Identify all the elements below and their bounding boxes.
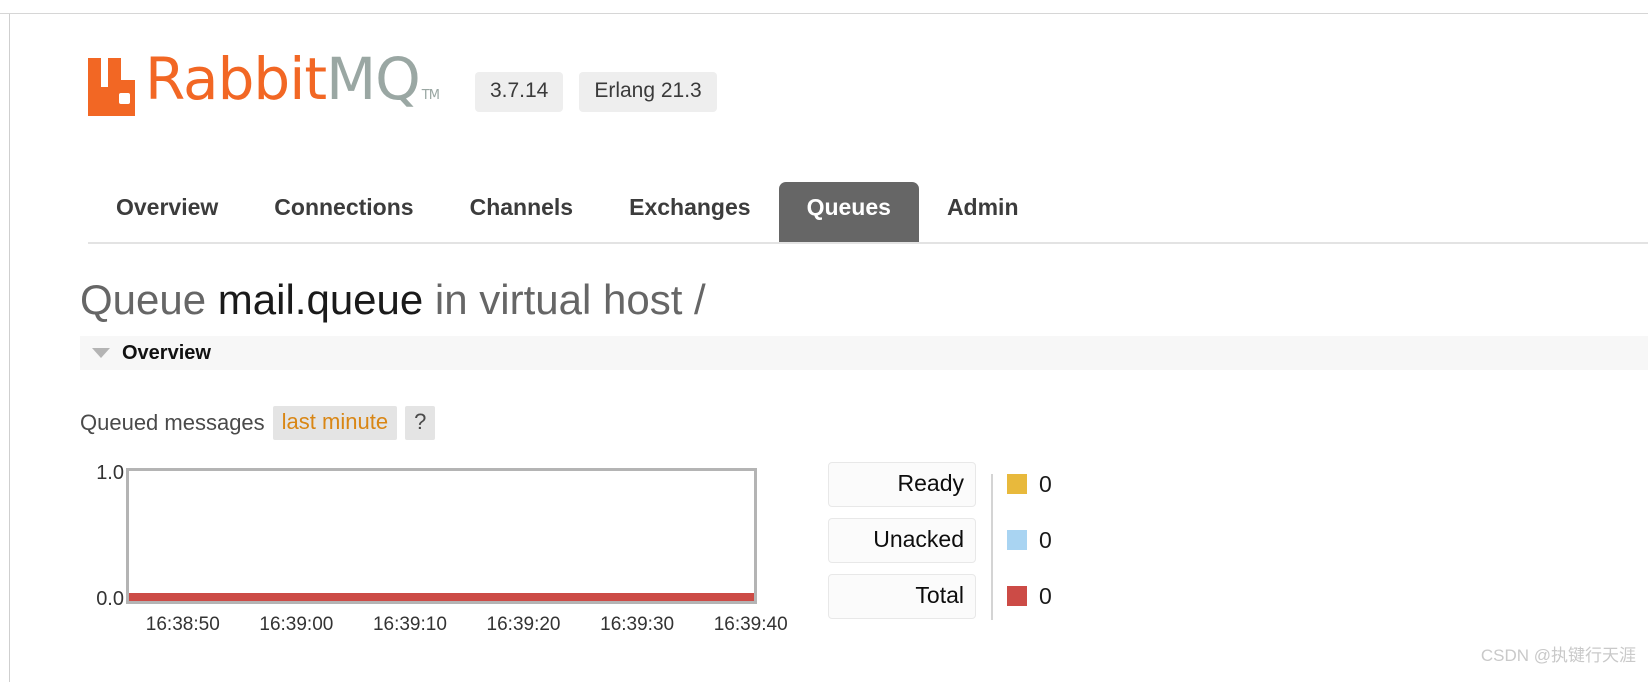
chart-plot-area: [126, 468, 757, 604]
rabbit-logo-icon: [88, 58, 142, 116]
legend-swatch-total-icon: [1007, 586, 1027, 606]
erlang-version-badge: Erlang 21.3: [579, 72, 717, 112]
page-title: Queue mail.queue in virtual host /: [80, 276, 706, 324]
browser-toolbar-strip: · · · · · · · · · · · · · · ·: [0, 0, 1648, 14]
x-axis-tick-4: 16:39:30: [600, 614, 675, 635]
legend-row-unacked: Unacked 0: [828, 517, 1088, 563]
rabbitmq-logo[interactable]: Rabbit MQ TM: [88, 50, 440, 118]
y-axis-label-min: 0.0: [96, 588, 124, 610]
nav-underline: [88, 242, 1648, 244]
x-axis-tick-2: 16:39:10: [372, 614, 447, 635]
version-badges: 3.7.14 Erlang 21.3: [474, 72, 733, 118]
x-axis-tick-5: 16:39:40: [713, 614, 788, 635]
page-title-middle: in virtual host: [434, 276, 683, 323]
legend-value-total: 0: [1039, 582, 1052, 609]
app-screenshot: · · · · · · · · · · · · · · · RabbitMQTM…: [0, 0, 1648, 682]
browser-left-gutter: [0, 14, 10, 682]
legend-label-total: Total: [828, 573, 976, 619]
chart-legend: Ready 0 Unacked 0 Total 0: [828, 461, 1088, 630]
legend-value-unacked: 0: [1039, 526, 1052, 553]
legend-swatch-unacked-icon: [1007, 530, 1027, 550]
time-range-link[interactable]: last minute: [272, 406, 398, 440]
page-header: Rabbit MQ TM 3.7.14 Erlang 21.3: [88, 50, 733, 118]
tab-admin[interactable]: Admin: [919, 182, 1047, 242]
legend-swatch-ready-icon: [1007, 474, 1027, 494]
tab-channels[interactable]: Channels: [442, 182, 602, 242]
tab-connections[interactable]: Connections: [246, 182, 441, 242]
rabbitmq-management-page: Rabbit MQ TM 3.7.14 Erlang 21.3 Overview C…: [10, 14, 1648, 682]
queued-messages-label: Queued messages: [80, 410, 265, 435]
browser-toolbar-glyphs: · · · · · · · · · · · · · · ·: [40, 0, 1540, 6]
legend-label-unacked: Unacked: [828, 517, 976, 563]
chevron-down-icon[interactable]: [92, 348, 110, 358]
logo-trademark: TM: [421, 87, 440, 103]
tab-exchanges[interactable]: Exchanges: [601, 182, 778, 242]
logo-wordmark: Rabbit MQ TM: [145, 44, 440, 125]
legend-row-total: Total 0: [828, 573, 1088, 619]
chart-series-total: [129, 593, 754, 601]
queued-messages-controls: Queued messages last minute ?: [80, 406, 436, 440]
legend-value-ready: 0: [1039, 470, 1052, 497]
help-icon[interactable]: ?: [405, 406, 436, 440]
x-axis-tick-0: 16:38:50: [145, 614, 220, 635]
overview-section-header[interactable]: Overview: [80, 336, 1648, 370]
legend-row-ready: Ready 0: [828, 461, 1088, 507]
page-title-prefix: Queue: [80, 276, 207, 323]
queued-messages-chart: 1.0 0.0 16:38:50 16:39:00 16:39:10 16:39…: [80, 462, 800, 647]
y-axis-label-max: 1.0: [96, 462, 124, 484]
rabbitmq-version-badge: 3.7.14: [474, 72, 564, 112]
logo-word-mq: MQ: [326, 44, 421, 113]
main-nav: Overview Connections Channels Exchanges …: [88, 182, 1648, 244]
tab-overview[interactable]: Overview: [88, 182, 246, 242]
x-axis-tick-1: 16:39:00: [259, 614, 334, 635]
x-axis-tick-3: 16:39:20: [486, 614, 561, 635]
chart-x-axis: 16:38:50 16:39:00 16:39:10 16:39:20 16:3…: [126, 614, 788, 644]
legend-label-ready: Ready: [828, 461, 976, 507]
logo-word-rabbit: Rabbit: [145, 44, 327, 113]
chart-y-axis: 1.0 0.0: [80, 462, 124, 610]
tab-queues[interactable]: Queues: [778, 182, 919, 242]
watermark: CSDN @执键行天涯: [1480, 646, 1636, 665]
overview-section-title: Overview: [122, 341, 211, 364]
page-title-vhost: /: [694, 276, 706, 323]
page-title-queue-name: mail.queue: [217, 276, 424, 323]
legend-divider: [991, 474, 993, 620]
